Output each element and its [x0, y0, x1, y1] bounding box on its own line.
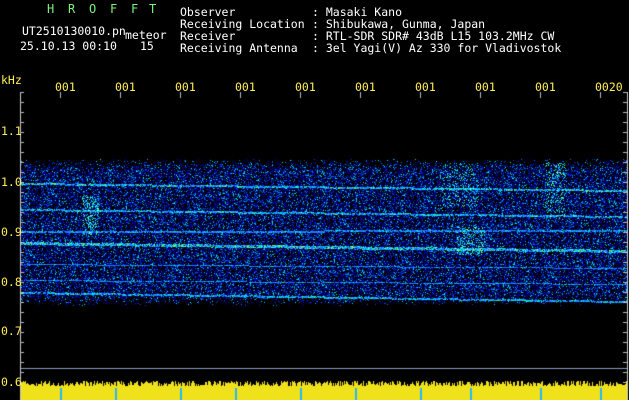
- time-tick-label: 0020: [595, 80, 623, 94]
- time-tick-label: 001: [355, 80, 376, 94]
- station-letter: F: [131, 2, 139, 16]
- frequency-unit-label: kHz: [1, 73, 22, 87]
- datetime-label: 25.10.13 00:10: [20, 39, 117, 53]
- frequency-tick-label: 0.8: [1, 275, 22, 289]
- station-letter: H: [47, 2, 55, 16]
- station-letter: F: [110, 2, 118, 16]
- antenna-value: : 3el Yagi(V) Az 330 for Vladivostok: [312, 41, 562, 55]
- time-tick-label: 001: [235, 80, 256, 94]
- antenna-label: Receiving Antenna: [180, 41, 298, 55]
- time-tick-label: 001: [115, 80, 136, 94]
- time-tick-label: 001: [175, 80, 196, 94]
- frequency-tick-label: 1.1: [1, 124, 22, 138]
- time-tick-label: 001: [535, 80, 556, 94]
- time-tick-label: 001: [55, 80, 76, 94]
- station-letter: O: [89, 2, 97, 16]
- filename-label: UT2510130010.pn: [22, 24, 126, 38]
- frequency-tick-label: 0.6: [1, 375, 22, 389]
- frequency-tick-label: 0.9: [1, 225, 22, 239]
- spectrogram-canvas: [0, 0, 629, 400]
- time-tick-label: 001: [295, 80, 316, 94]
- interval-label: 15: [140, 39, 154, 53]
- frequency-tick-label: 0.7: [1, 324, 22, 338]
- time-tick-label: 001: [415, 80, 436, 94]
- frequency-tick-label: 1.0: [1, 175, 22, 189]
- station-letter: R: [68, 2, 76, 16]
- time-tick-label: 001: [475, 80, 496, 94]
- station-letter: T: [149, 2, 157, 16]
